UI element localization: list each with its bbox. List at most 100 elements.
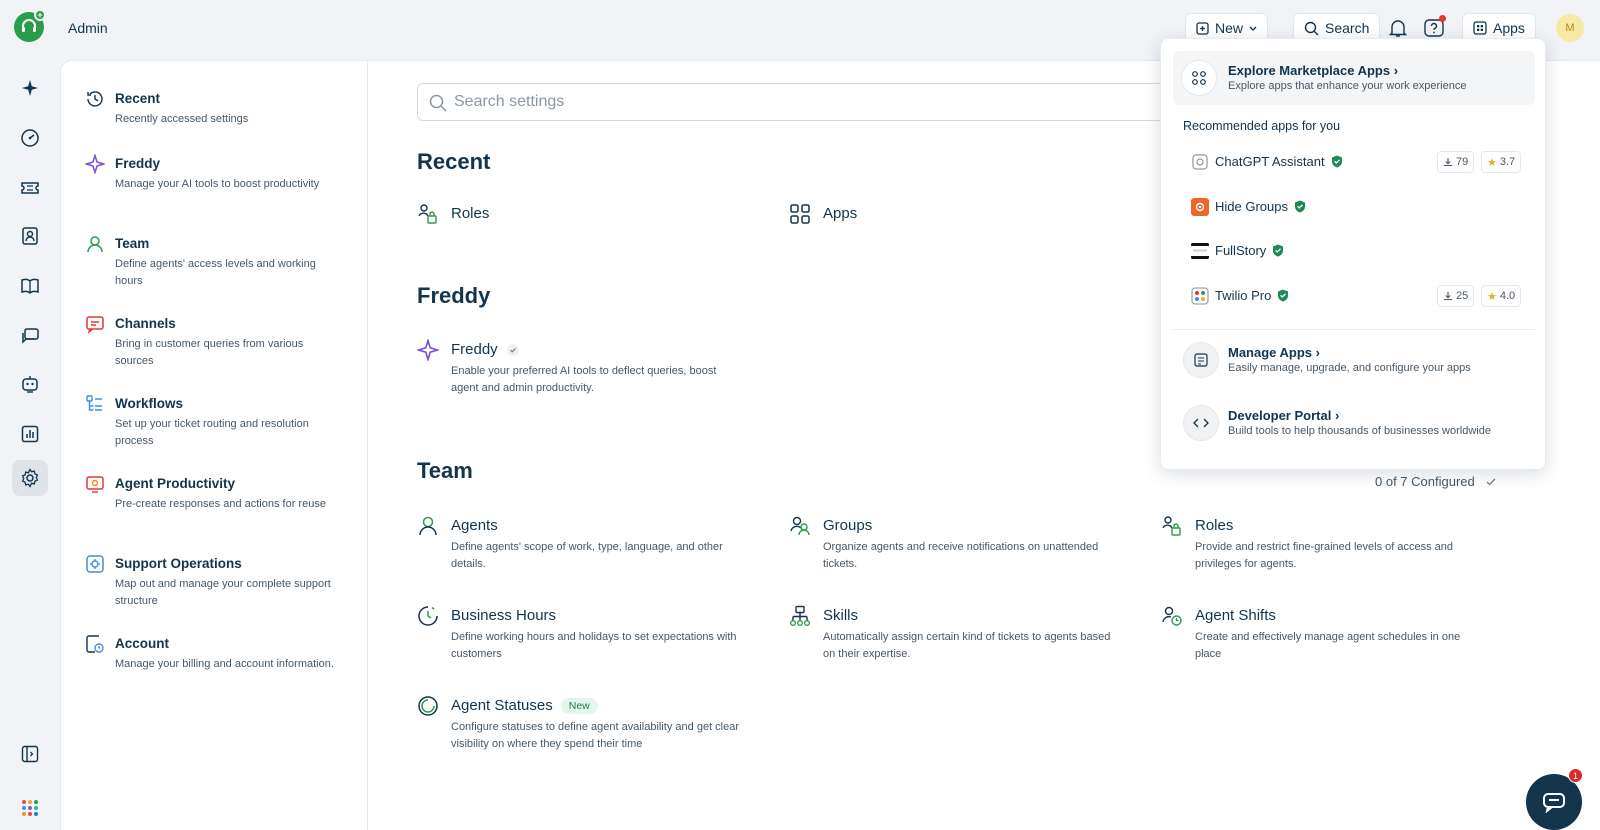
plus-square-icon — [1196, 21, 1209, 35]
search-icon — [1304, 21, 1319, 35]
app-row-hide-groups[interactable]: Hide Groups — [1191, 196, 1521, 220]
rating: ★ 3.7 — [1481, 151, 1522, 173]
section-title-freddy: Freddy — [417, 283, 491, 308]
contacts-icon[interactable] — [12, 218, 48, 254]
developer-portal-link[interactable]: Developer Portal › Build tools to help t… — [1173, 402, 1535, 452]
workflows-icon — [86, 395, 102, 411]
manage-apps-icon — [1183, 342, 1219, 378]
nav-title: Support Operations — [115, 556, 242, 571]
card-desc: Enable your preferred AI tools to deflec… — [451, 365, 717, 394]
roles-icon — [418, 204, 437, 224]
verified-shield-icon — [1273, 244, 1284, 257]
card-skills[interactable]: Skills Automatically assign certain kind… — [789, 605, 1110, 665]
nav-desc: Map out and manage your complete support… — [115, 578, 331, 607]
tickets-icon[interactable] — [12, 170, 48, 206]
developer-portal-title: Developer Portal › — [1228, 408, 1340, 423]
settings-nav: Recent Recently accessed settings Freddy… — [61, 61, 368, 830]
card-title: Freddy — [451, 341, 520, 358]
nav-title: Channels — [115, 316, 176, 331]
conversations-icon[interactable] — [12, 318, 48, 354]
rating: ★ 4.0 — [1481, 285, 1522, 307]
card-agent-statuses[interactable]: Agent Statuses New Configure statuses to… — [417, 695, 739, 755]
freddy-sparkle-icon — [85, 154, 105, 174]
card-desc: Organize agents and receive notification… — [823, 541, 1099, 570]
search-placeholder: Search settings — [454, 93, 565, 110]
chevron-down-icon — [1249, 26, 1257, 31]
manage-apps-link[interactable]: Manage Apps › Easily manage, upgrade, an… — [1173, 339, 1535, 389]
search-settings-input[interactable]: Search settings — [417, 83, 1177, 121]
chat-unread-badge: 1 — [1568, 768, 1583, 783]
freshdesk-logo[interactable]: + — [14, 9, 46, 42]
card-business-hours[interactable]: Business Hours Define working hours and … — [417, 605, 737, 665]
bot-icon[interactable] — [12, 366, 48, 402]
agent-icon — [419, 516, 437, 536]
solutions-icon[interactable] — [12, 268, 48, 304]
twilio-pro-logo-icon — [1191, 287, 1209, 305]
manage-apps-desc: Easily manage, upgrade, and configure yo… — [1228, 362, 1471, 374]
downloads-count: 79 — [1437, 151, 1475, 173]
nav-title: Recent — [115, 91, 161, 106]
search-label: Search — [1325, 20, 1370, 36]
verified-shield-icon — [1278, 289, 1289, 302]
nav-item-recent[interactable]: Recent Recently accessed settings — [85, 89, 355, 129]
card-desc: Configure statuses to define agent avail… — [451, 721, 740, 750]
download-icon — [1444, 158, 1452, 167]
app-row-fullstory[interactable]: FullStory — [1191, 240, 1521, 264]
nav-item-team[interactable]: Team Define agents' access levels and wo… — [85, 234, 355, 287]
collapse-sidebar-icon[interactable] — [12, 736, 48, 772]
card-agent-shifts[interactable]: Agent Shifts Create and effectively mana… — [1161, 605, 1481, 665]
nav-title: Agent Productivity — [115, 476, 236, 491]
freddy-ai-icon[interactable] — [12, 70, 48, 106]
agent-shifts-icon — [1162, 606, 1182, 626]
explore-marketplace-link[interactable]: Explore Marketplace Apps › Explore apps … — [1173, 51, 1535, 105]
app-name: Twilio Pro — [1215, 288, 1289, 303]
agent-productivity-icon — [86, 476, 104, 493]
recent-item-roles[interactable]: Roles — [417, 203, 737, 229]
app-row-chatgpt[interactable]: ChatGPT Assistant 79 ★ 3.7 — [1191, 151, 1522, 175]
app-row-twilio-pro[interactable]: Twilio Pro 25 ★ 4.0 — [1191, 285, 1522, 309]
card-title: Roles — [1195, 517, 1234, 534]
settings-icon[interactable] — [12, 460, 48, 496]
dashboard-icon[interactable] — [12, 120, 48, 156]
apps-popover: Explore Marketplace Apps › Explore apps … — [1160, 38, 1546, 470]
card-title: Roles — [451, 205, 490, 222]
nav-item-account[interactable]: Account Manage your billing and account … — [85, 634, 355, 684]
card-groups[interactable]: Groups Organize agents and receive notif… — [789, 515, 1109, 575]
download-icon — [1444, 292, 1452, 301]
card-title: Apps — [823, 205, 858, 222]
section-title-recent: Recent — [417, 149, 491, 174]
product-switcher-icon[interactable] — [12, 790, 48, 826]
app-name: Hide Groups — [1215, 199, 1306, 214]
nav-desc: Manage your AI tools to boost productivi… — [115, 178, 320, 190]
card-roles[interactable]: Roles Provide and restrict fine-grained … — [1161, 515, 1481, 575]
nav-item-support-operations[interactable]: Support Operations Map out and manage yo… — [85, 554, 355, 607]
app-name: FullStory — [1215, 243, 1284, 258]
team-icon — [87, 236, 103, 253]
card-title: Business Hours — [451, 607, 557, 624]
channels-icon — [86, 316, 104, 334]
card-title: Groups — [823, 517, 873, 534]
reports-icon[interactable] — [12, 416, 48, 452]
downloads-count: 25 — [1437, 285, 1475, 307]
card-agents[interactable]: Agents Define agents' scope of work, typ… — [417, 515, 737, 575]
explore-desc: Explore apps that enhance your work expe… — [1228, 80, 1467, 92]
nav-item-agent-productivity[interactable]: Agent Productivity Pre-create responses … — [85, 474, 355, 524]
account-icon — [86, 635, 104, 653]
user-avatar[interactable]: M — [1556, 14, 1584, 42]
configured-status[interactable]: 0 of 7 Configured — [1375, 474, 1497, 489]
new-badge: New — [560, 697, 598, 714]
nav-item-workflows[interactable]: Workflows Set up your ticket routing and… — [85, 394, 355, 447]
configured-check-icon — [506, 343, 519, 356]
section-title-team: Team — [417, 458, 473, 483]
card-title: Agent Shifts — [1195, 607, 1276, 624]
search-icon — [429, 94, 447, 112]
nav-item-freddy[interactable]: Freddy Manage your AI tools to boost pro… — [85, 154, 355, 204]
nav-desc: Recently accessed settings — [115, 113, 249, 125]
card-freddy[interactable]: Freddy Enable your preferred AI tools to… — [417, 339, 737, 399]
nav-item-channels[interactable]: Channels Bring in customer queries from … — [85, 314, 355, 367]
manage-apps-title: Manage Apps › — [1228, 345, 1320, 360]
recent-item-apps[interactable]: Apps — [789, 203, 1109, 229]
card-desc: Define agents' scope of work, type, lang… — [451, 541, 723, 570]
agent-status-icon — [418, 696, 438, 716]
chatgpt-logo-icon — [1192, 154, 1208, 170]
